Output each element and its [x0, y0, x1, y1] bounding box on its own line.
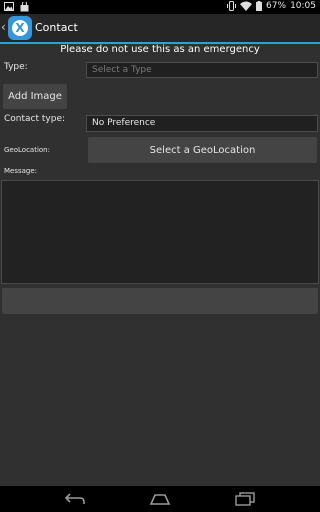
page-title: Contact	[35, 21, 78, 34]
app-icon-letter: X	[12, 20, 28, 36]
navigation-bar	[0, 486, 320, 512]
wifi-icon	[240, 1, 253, 11]
vibrate-icon	[227, 1, 237, 11]
status-bar: 67% 10:05	[0, 0, 320, 14]
clock: 10:05	[290, 1, 316, 11]
emergency-notice: Please do not use this as an emergency	[60, 44, 260, 55]
message-label: Message:	[4, 167, 38, 175]
type-select[interactable]: Select a Type	[86, 62, 318, 78]
contact-type-label: Contact type:	[4, 114, 66, 124]
image-icon	[4, 2, 14, 11]
message-textarea[interactable]	[1, 180, 319, 284]
recents-icon[interactable]	[234, 492, 256, 506]
contact-type-select[interactable]: No Preference	[86, 115, 318, 132]
battery-percent: 67%	[266, 1, 287, 11]
geolocation-label: GeoLocation:	[4, 146, 50, 154]
back-icon[interactable]	[64, 492, 86, 506]
chevron-left-icon[interactable]: ‹	[1, 21, 6, 33]
type-label: Type:	[4, 62, 28, 72]
battery-icon	[256, 1, 263, 11]
bag-icon	[20, 2, 29, 12]
select-geolocation-button[interactable]: Select a GeoLocation	[88, 137, 317, 163]
home-icon[interactable]	[149, 492, 171, 506]
add-image-button[interactable]: Add Image	[3, 84, 67, 109]
app-icon[interactable]: X	[8, 16, 32, 40]
submit-button[interactable]	[2, 288, 318, 314]
